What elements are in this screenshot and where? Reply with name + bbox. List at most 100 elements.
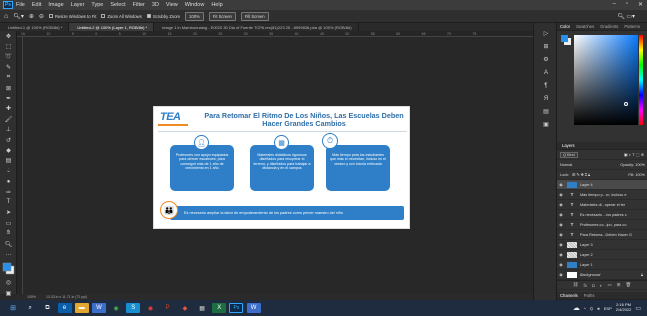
- properties-icon[interactable]: ⚙︎: [534, 53, 558, 66]
- crop-tool-icon[interactable]: ⌗: [0, 73, 17, 83]
- app-grey-icon[interactable]: ▦: [195, 303, 209, 313]
- history-panel-icon[interactable]: ▷: [534, 27, 558, 40]
- filter-icons[interactable]: ▣ ◐ T ⬚ ⊕: [624, 152, 644, 157]
- search-icon[interactable]: 🔍︎: [617, 13, 625, 20]
- fill-field[interactable]: Fill: 100%: [628, 173, 645, 177]
- fg-bg-swatch[interactable]: [560, 34, 572, 46]
- word-icon[interactable]: W: [91, 303, 106, 313]
- layer-row[interactable]: ◉ T Profesores co...ipo, para co: [557, 220, 647, 230]
- link-layers-icon[interactable]: ⛓︎: [573, 282, 579, 288]
- powerpoint-icon[interactable]: P: [161, 303, 175, 313]
- layer-row[interactable]: ◉ Layer 3: [557, 240, 647, 250]
- new-layer-icon[interactable]: ⊞: [617, 282, 621, 288]
- layer-row[interactable]: ◉ Background 🔒︎: [557, 270, 647, 280]
- tray-arrow-icon[interactable]: ^: [584, 306, 586, 311]
- layer-row[interactable]: ◉ Layer 1: [557, 260, 647, 270]
- layer-row[interactable]: ◉ T Materiales di...operar el ter: [557, 200, 647, 210]
- layer-style-icon[interactable]: fx: [584, 283, 588, 288]
- menu-image[interactable]: Image: [48, 2, 63, 8]
- character-icon[interactable]: A: [534, 66, 558, 79]
- layer-row[interactable]: ◉ T Es necesario ...los padres c: [557, 210, 647, 220]
- tab-patterns[interactable]: Patterns: [621, 24, 643, 29]
- lasso-tool-icon[interactable]: ➰: [0, 52, 17, 62]
- blur-tool-icon[interactable]: 💧︎: [0, 166, 17, 176]
- glyphs-icon[interactable]: Я: [534, 92, 558, 105]
- visibility-eye-icon[interactable]: ◉: [557, 202, 565, 207]
- photoshop-taskbar-icon[interactable]: Ps: [229, 303, 244, 313]
- frame-tool-icon[interactable]: ⊠: [0, 83, 17, 93]
- word-2-icon[interactable]: W: [246, 303, 261, 313]
- notifications-icon[interactable]: ▭: [635, 305, 641, 312]
- visibility-eye-icon[interactable]: ◉: [557, 252, 565, 257]
- adjustment-layer-icon[interactable]: ◐: [600, 283, 603, 288]
- fill-screen-button[interactable]: Fill Screen: [240, 11, 269, 21]
- kind-filter[interactable]: Q Kind: [560, 151, 578, 158]
- tab-paths[interactable]: Paths: [581, 293, 598, 298]
- color-picker-field[interactable]: [574, 35, 638, 125]
- app-red-icon[interactable]: ◆: [178, 303, 192, 313]
- stamp-tool-icon[interactable]: ⊥: [0, 125, 17, 135]
- visibility-eye-icon[interactable]: ◉: [557, 242, 565, 247]
- chrome-icon[interactable]: ◉: [109, 303, 123, 313]
- adjustments-icon[interactable]: ⊞: [534, 40, 558, 53]
- menu-help[interactable]: Help: [211, 2, 222, 8]
- menu-window[interactable]: Window: [185, 2, 205, 8]
- tab-gradients[interactable]: Gradients: [597, 24, 621, 29]
- pen-tool-icon[interactable]: ✑: [0, 187, 17, 197]
- scrubby-zoom-checkbox[interactable]: Scrubby Zoom: [146, 14, 180, 19]
- type-tool-icon[interactable]: T: [0, 197, 17, 207]
- color-picker-handle[interactable]: [624, 102, 628, 106]
- language-indicator[interactable]: ESP: [604, 306, 612, 311]
- tab-untitled-2[interactable]: Untitled-2 @ 100% (Layer 1, RGB/8#) *: [69, 23, 155, 31]
- menu-file[interactable]: File: [16, 2, 25, 8]
- lock-icons[interactable]: ⊞ ✎ ✥ ⌗ 🔒︎: [572, 172, 590, 177]
- visibility-eye-icon[interactable]: ◉: [557, 272, 565, 277]
- workspace-icon[interactable]: ▭▾: [626, 13, 635, 20]
- file-explorer-icon[interactable]: ▬: [74, 303, 89, 313]
- status-zoom[interactable]: 100%: [27, 295, 36, 299]
- layer-row[interactable]: ◉ T Más tiempo p...rn, incluso e: [557, 190, 647, 200]
- eraser-tool-icon[interactable]: ◆: [0, 145, 17, 155]
- delete-layer-icon[interactable]: 🗑︎: [626, 282, 632, 288]
- task-view-icon[interactable]: ⧉: [40, 303, 54, 313]
- close-icon[interactable]: ✕: [638, 1, 643, 8]
- blend-mode-select[interactable]: Normal: [560, 163, 572, 167]
- group-icon[interactable]: ▭: [607, 282, 611, 288]
- layer-row[interactable]: ◉ T Para Retoma...Deben Hacer G: [557, 230, 647, 240]
- visibility-eye-icon[interactable]: ◉: [557, 182, 565, 187]
- quick-select-tool-icon[interactable]: ✎: [0, 62, 17, 72]
- volume-icon[interactable]: 🔊︎: [597, 306, 600, 311]
- screen-mode-icon[interactable]: ▣: [0, 288, 17, 298]
- quick-mask-icon[interactable]: ◎: [0, 278, 17, 288]
- tab-channels[interactable]: Channels: [557, 293, 581, 298]
- app-icon[interactable]: ◉: [144, 303, 158, 313]
- dodge-tool-icon[interactable]: ●: [0, 176, 17, 186]
- eyedropper-tool-icon[interactable]: ✒: [0, 93, 17, 103]
- menu-3d[interactable]: 3D: [152, 2, 159, 8]
- path-select-icon[interactable]: ➤: [0, 208, 17, 218]
- zoom-100-button[interactable]: 100%: [185, 11, 204, 21]
- home-icon[interactable]: ⌂: [4, 13, 8, 20]
- opacity-field[interactable]: Opacity: 100%: [620, 163, 645, 167]
- zoom-in-icon[interactable]: ⊕: [29, 13, 34, 20]
- tab-untitled-1[interactable]: Untitled-1 @ 100% (RGB/8#) *: [0, 23, 70, 31]
- hand-tool-icon[interactable]: ✋︎: [0, 228, 17, 238]
- windows-start-icon[interactable]: ⊞: [6, 303, 20, 313]
- minimize-icon[interactable]: –: [612, 1, 615, 8]
- tab-color[interactable]: Color: [557, 24, 573, 29]
- rectangle-tool-icon[interactable]: ▭: [0, 218, 17, 228]
- history-brush-icon[interactable]: ↺: [0, 135, 17, 145]
- more-tools-icon[interactable]: …: [0, 249, 17, 259]
- weather-icon[interactable]: ☁: [573, 304, 580, 312]
- visibility-eye-icon[interactable]: ◉: [557, 212, 565, 217]
- gradient-tool-icon[interactable]: ▤: [0, 156, 17, 166]
- zoom-out-icon[interactable]: ⊖: [39, 13, 44, 20]
- maximize-icon[interactable]: ▫: [626, 1, 628, 8]
- layers-title[interactable]: Layers: [562, 143, 575, 148]
- menu-filter[interactable]: Filter: [133, 2, 145, 8]
- visibility-eye-icon[interactable]: ◉: [557, 192, 565, 197]
- libraries-icon[interactable]: ▤: [534, 105, 558, 118]
- menu-select[interactable]: Select: [110, 2, 125, 8]
- resize-windows-checkbox[interactable]: Resize Windows to Fit: [48, 14, 96, 19]
- menu-layer[interactable]: Layer: [71, 2, 85, 8]
